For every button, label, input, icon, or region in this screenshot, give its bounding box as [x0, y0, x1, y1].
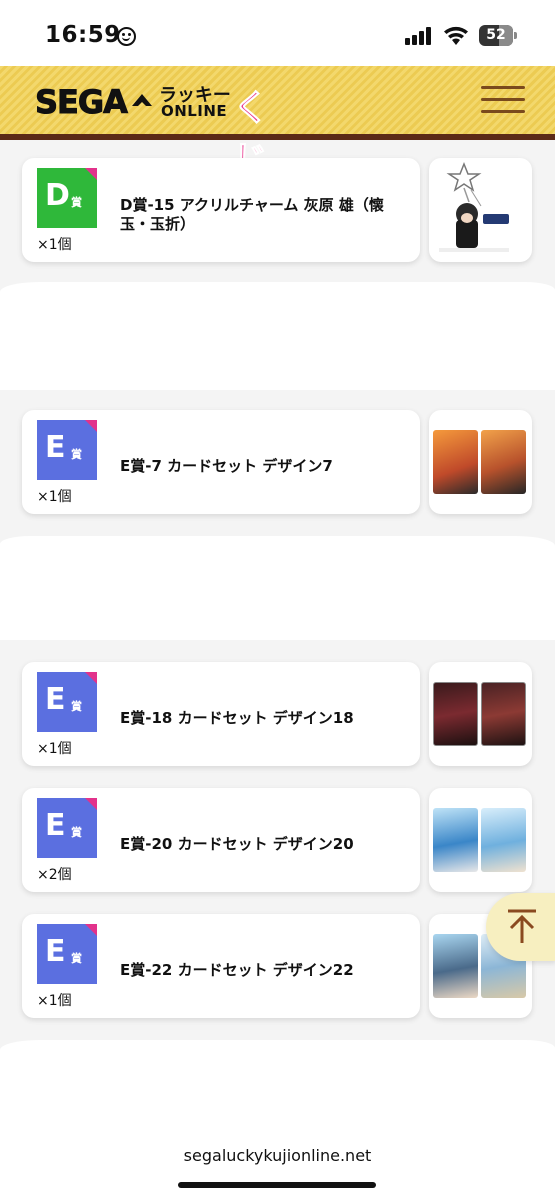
- item-thumbnail[interactable]: [429, 662, 532, 766]
- grade-suffix: 賞: [71, 952, 82, 965]
- logo-spade-icon: [131, 94, 152, 106]
- status-bar: 16:59 52: [0, 0, 555, 66]
- grade-e-badge: E 賞: [37, 672, 97, 732]
- hamburger-menu-icon[interactable]: [481, 84, 525, 116]
- grade-letter: E: [45, 430, 66, 465]
- grade-suffix: 賞: [71, 700, 82, 713]
- prize-item[interactable]: E 賞 ×2個 E賞-20 カードセット デザイン20: [22, 788, 420, 892]
- prize-item[interactable]: E 賞 ×1個 E賞-18 カードセット デザイン18: [22, 662, 420, 766]
- item-quantity: ×1個: [37, 237, 72, 253]
- item-quantity: ×1個: [37, 741, 72, 757]
- card-image: [433, 934, 478, 998]
- grade-letter: E: [45, 808, 66, 843]
- prize-item[interactable]: E 賞 ×1個 E賞-22 カードセット デザイン22: [22, 914, 420, 1018]
- scroll-to-top-button[interactable]: [486, 893, 555, 961]
- grade-e-badge: E 賞: [37, 420, 97, 480]
- card-image: [481, 430, 526, 494]
- browser-address-bar[interactable]: segaluckykujionline.net: [0, 1128, 555, 1200]
- grade-suffix: 賞: [71, 196, 82, 209]
- battery-icon: 52: [479, 25, 517, 46]
- item-name: E賞-22 カードセット デザイン22: [120, 961, 354, 979]
- empty-section: [0, 536, 555, 640]
- battery-level: 52: [486, 27, 506, 43]
- status-time: 16:59: [45, 22, 121, 48]
- focus-mode-icon: [117, 27, 136, 46]
- item-quantity: ×1個: [37, 993, 72, 1009]
- arrow-up-icon: [508, 909, 536, 943]
- grade-suffix: 賞: [71, 826, 82, 839]
- item-quantity: ×2個: [37, 867, 72, 883]
- item-quantity: ×1個: [37, 489, 72, 505]
- item-name: D賞-15 アクリルチャーム 灰原 雄（懐玉・玉折）: [120, 196, 384, 233]
- url-text[interactable]: segaluckykujionline.net: [0, 1146, 555, 1165]
- empty-section: [0, 1040, 555, 1130]
- grade-suffix: 賞: [71, 448, 82, 461]
- item-thumbnail[interactable]: [429, 158, 532, 262]
- home-indicator[interactable]: [178, 1182, 376, 1188]
- acrylic-charm-image: [439, 161, 509, 252]
- wifi-icon: [444, 26, 468, 45]
- grade-letter: D: [45, 178, 70, 213]
- card-image: [481, 682, 526, 746]
- item-thumbnail[interactable]: [429, 788, 532, 892]
- item-name: E賞-20 カードセット デザイン20: [120, 835, 354, 853]
- empty-section: [0, 282, 555, 390]
- site-logo[interactable]: SEGA ラッキー ONLINE くじ: [35, 81, 289, 182]
- card-image: [433, 808, 478, 872]
- card-image: [433, 430, 478, 494]
- item-name: E賞-7 カードセット デザイン7: [120, 457, 333, 475]
- grade-letter: E: [45, 934, 66, 969]
- item-thumbnail[interactable]: [429, 410, 532, 514]
- prize-item[interactable]: E 賞 ×1個 E賞-7 カードセット デザイン7: [22, 410, 420, 514]
- grade-e-badge: E 賞: [37, 798, 97, 858]
- grade-d-badge: D 賞: [37, 168, 97, 228]
- cellular-signal-icon: [405, 27, 435, 45]
- prize-item[interactable]: D 賞 ×1個 D賞-15 アクリルチャーム 灰原 雄（懐玉・玉折）: [22, 158, 420, 262]
- item-name: E賞-18 カードセット デザイン18: [120, 709, 354, 727]
- logo-sega: SEGA: [35, 83, 129, 122]
- card-image: [433, 682, 478, 746]
- grade-e-badge: E 賞: [37, 924, 97, 984]
- site-header: SEGA ラッキー ONLINE くじ: [0, 66, 555, 182]
- logo-online: ONLINE: [160, 102, 228, 120]
- card-image: [481, 808, 526, 872]
- grade-letter: E: [45, 682, 66, 717]
